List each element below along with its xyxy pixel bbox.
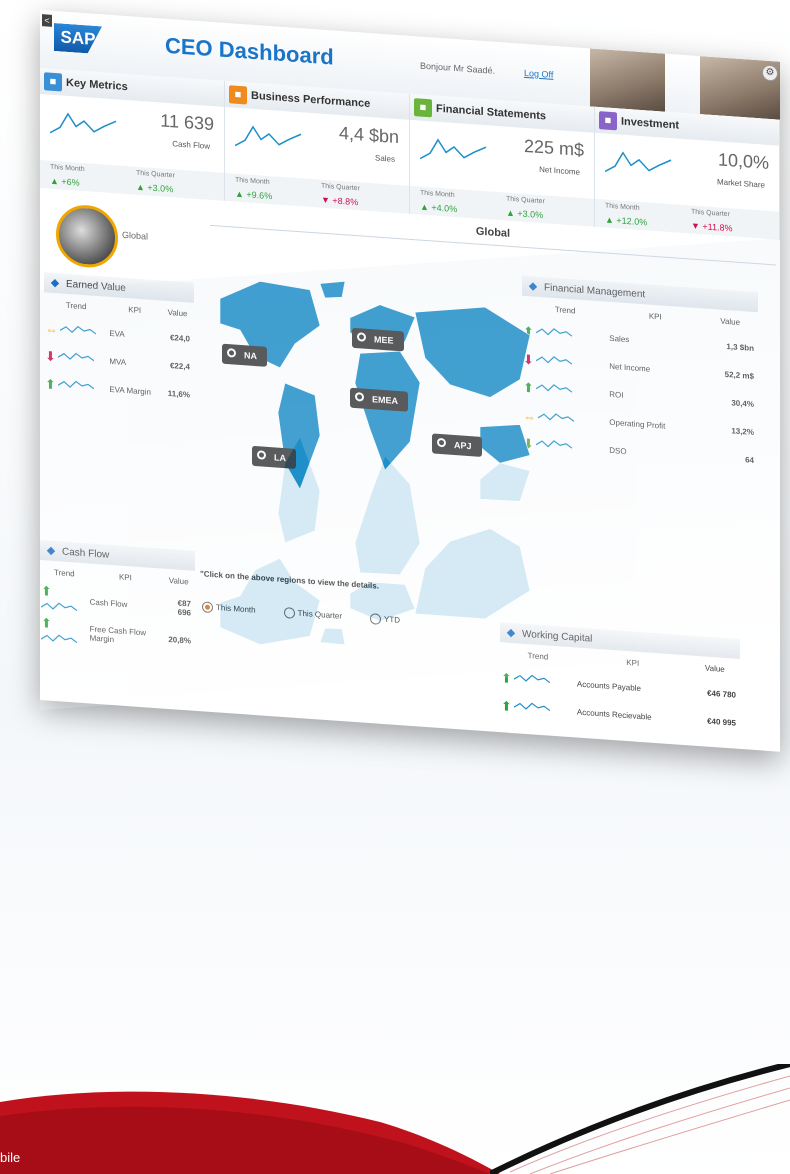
kpi-tile[interactable]: ■ Business Performance 4,4 $bn Sales Thi… <box>225 80 410 214</box>
stage: < SAP CEO Dashboard Bonjour Mr Saadé. Lo… <box>0 0 790 1174</box>
sparkline <box>50 112 117 134</box>
globe-label: Global <box>122 229 149 242</box>
month-change-value: +12.0% <box>616 215 648 228</box>
quarter-change: ▼ +11.8% <box>691 220 733 234</box>
sap-logo: SAP <box>54 23 102 54</box>
sparkline <box>605 151 672 173</box>
quarter-change-value: +11.8% <box>702 221 733 234</box>
kpi-value: 11 639 <box>160 110 214 135</box>
greeting-text: Bonjour Mr Saadé. <box>420 60 496 76</box>
executive-photo <box>590 48 665 112</box>
quarter-label: This Quarter <box>136 169 175 180</box>
clock-icon: ■ <box>229 85 247 105</box>
sparkline <box>235 125 302 147</box>
footer-brand-text: bile <box>0 1150 21 1165</box>
quarter-change-value: +8.8% <box>332 195 359 208</box>
kpi-value: 4,4 $bn <box>338 122 399 148</box>
quarter-change: ▼ +8.8% <box>321 194 359 208</box>
kpi-title: Business Performance <box>251 89 371 111</box>
kpi-subtitle: Market Share <box>716 177 765 190</box>
continent-shape <box>319 627 346 646</box>
quarter-label: This Quarter <box>506 195 545 206</box>
kpi-value: €40 995 <box>707 716 736 728</box>
kpi-title: Investment <box>621 115 680 132</box>
kpi-title: Key Metrics <box>66 76 128 94</box>
kpi-footer: This Month ▲ +12.0% This Quarter ▼ +11.8… <box>595 198 779 240</box>
month-change-value: +9.6% <box>246 189 273 202</box>
quarter-change: ▲ +3.0% <box>506 207 544 221</box>
kpi-subtitle: Sales <box>374 153 395 164</box>
kpi-value: 10,0% <box>717 149 769 173</box>
settings-icon[interactable]: ⚙ <box>762 64 778 82</box>
quarter-change: ▲ +3.0% <box>136 181 174 195</box>
logoff-link[interactable]: Log Off <box>524 68 553 80</box>
kpi-value: 225 m$ <box>523 135 584 161</box>
quarter-label: This Quarter <box>691 208 730 219</box>
page-title: CEO Dashboard <box>165 32 334 70</box>
reflection-map <box>219 436 531 646</box>
continent-shape <box>414 528 531 620</box>
continent-shape <box>354 455 421 576</box>
kpi-value: €46 780 <box>707 688 736 700</box>
document-icon: ■ <box>414 98 432 118</box>
month-change: ▲ +6% <box>50 175 80 188</box>
kpi-subtitle: Net Income <box>539 164 580 177</box>
continent-shape <box>349 581 416 622</box>
kpi-footer: This Month ▲ +6% This Quarter ▲ +3.0% <box>40 160 224 201</box>
kpi-subtitle: Cash Flow <box>172 139 210 151</box>
month-change: ▲ +4.0% <box>420 201 458 215</box>
month-label: This Month <box>605 202 640 212</box>
continent-shape <box>479 462 531 502</box>
chart-icon: ■ <box>44 72 62 92</box>
month-change-value: +4.0% <box>431 202 458 215</box>
month-label: This Month <box>50 163 85 174</box>
trend-cell: ⬆ <box>500 692 576 725</box>
continent-shape <box>219 557 321 645</box>
kpi-tile[interactable]: ■ Financial Statements 225 m$ Net Income… <box>410 93 595 227</box>
month-change-value: +6% <box>61 176 80 188</box>
month-change: ▲ +12.0% <box>605 214 648 228</box>
kpi-tile[interactable]: ■ Key Metrics 11 639 Cash Flow This Mont… <box>40 68 225 201</box>
quarter-change-value: +3.0% <box>517 208 544 221</box>
trend-sparkline <box>513 702 551 712</box>
kpi-tile[interactable]: ■ Investment 10,0% Market Share This Mon… <box>595 106 780 240</box>
quarter-label: This Quarter <box>321 182 360 193</box>
red-wave-decoration <box>0 1091 500 1174</box>
continent-shape <box>277 436 321 544</box>
building-icon: ■ <box>599 111 617 131</box>
up-arrow-icon: ⬆ <box>501 698 512 714</box>
globe-icon[interactable] <box>56 203 118 270</box>
back-button[interactable]: < <box>42 14 52 27</box>
quarter-change-value: +3.0% <box>147 182 174 195</box>
panel-reflection <box>40 238 780 711</box>
kpi-footer: This Month ▲ +4.0% This Quarter ▲ +3.0% <box>410 185 594 227</box>
swoosh-lines-decoration <box>490 1064 790 1174</box>
reflection-land <box>219 436 531 646</box>
kpi-footer: This Month ▲ +9.6% This Quarter ▼ +8.8% <box>225 172 409 214</box>
sparkline <box>420 138 487 160</box>
kpi-title: Financial Statements <box>436 102 547 123</box>
month-label: This Month <box>420 189 455 199</box>
month-label: This Month <box>235 176 270 187</box>
month-change: ▲ +9.6% <box>235 188 273 202</box>
